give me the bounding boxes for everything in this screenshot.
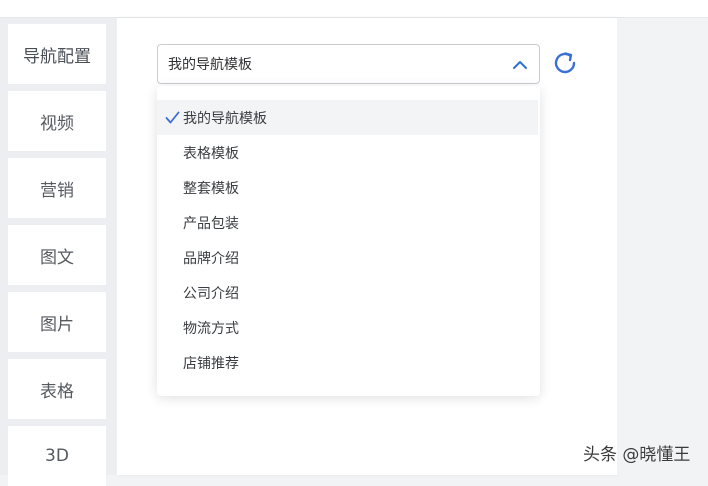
dropdown-option-company-intro[interactable]: 公司介绍	[157, 275, 540, 310]
dropdown-option-label: 整套模板	[183, 180, 239, 197]
sidebar-item-video[interactable]: 视频	[8, 91, 106, 151]
dropdown-option-label: 公司介绍	[183, 285, 239, 302]
sidebar-item-label: 视频	[40, 113, 74, 134]
template-select[interactable]: 我的导航模板	[157, 44, 540, 84]
dropdown-option-label: 店铺推荐	[183, 355, 239, 372]
sidebar-item-label: 3D	[45, 446, 69, 466]
right-area	[617, 18, 708, 475]
sidebar-item-image-text[interactable]: 图文	[8, 225, 106, 285]
check-icon	[165, 110, 180, 125]
sidebar-item-label: 图文	[40, 247, 74, 268]
dropdown-option-label: 品牌介绍	[183, 250, 239, 267]
dropdown-option-my-nav-template[interactable]: 我的导航模板	[157, 100, 538, 135]
sidebar-item-nav-config[interactable]: 导航配置	[8, 24, 106, 84]
dropdown-option-label: 物流方式	[183, 320, 239, 337]
sidebar-item-3d[interactable]: 3D	[8, 426, 106, 486]
sidebar-item-image[interactable]: 图片	[8, 292, 106, 352]
dropdown-option-label: 我的导航模板	[183, 110, 267, 127]
sidebar-item-label: 图片	[40, 314, 74, 335]
sidebar-item-label: 表格	[40, 381, 74, 402]
template-select-value: 我的导航模板	[168, 57, 252, 73]
sidebar-item-label: 营销	[40, 180, 74, 201]
refresh-icon[interactable]	[550, 48, 580, 78]
sidebar-item-marketing[interactable]: 营销	[8, 158, 106, 218]
chevron-up-icon	[511, 56, 529, 74]
sidebar-item-label: 导航配置	[23, 46, 91, 67]
dropdown-option-label: 表格模板	[183, 145, 239, 162]
dropdown-option-product-packaging[interactable]: 产品包装	[157, 205, 540, 240]
template-dropdown: 我的导航模板 表格模板 整套模板 产品包装 品牌介绍 公司介绍 物流方式 店铺推…	[157, 86, 540, 396]
dropdown-option-full-set-template[interactable]: 整套模板	[157, 170, 540, 205]
sidebar: 导航配置 视频 营销 图文 图片 表格 3D	[0, 18, 116, 486]
dropdown-option-brand-intro[interactable]: 品牌介绍	[157, 240, 540, 275]
sidebar-item-table[interactable]: 表格	[8, 359, 106, 419]
dropdown-option-label: 产品包装	[183, 215, 239, 232]
watermark: 头条 @晓懂王	[583, 445, 691, 465]
top-bar	[0, 0, 708, 18]
dropdown-option-store-recommend[interactable]: 店铺推荐	[157, 345, 540, 380]
dropdown-option-logistics[interactable]: 物流方式	[157, 310, 540, 345]
dropdown-option-table-template[interactable]: 表格模板	[157, 135, 540, 170]
